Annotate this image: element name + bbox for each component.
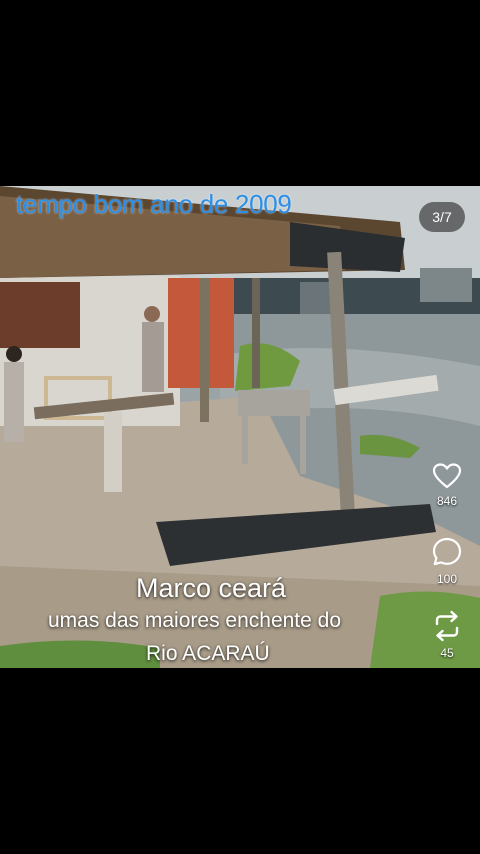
overlay-caption-line: umas das maiores enchente do (48, 609, 342, 632)
image-counter-badge: 3/7 (419, 202, 465, 232)
overlay-caption-line: Rio ACARAÚ (146, 642, 270, 665)
repost-button[interactable]: 45 (424, 610, 470, 660)
heart-icon (432, 463, 462, 489)
repost-count: 45 (440, 646, 454, 660)
comment-icon (432, 537, 462, 566)
like-button[interactable]: 846 (424, 462, 470, 508)
post-top-caption: tempo bom ano de 2009 (16, 189, 292, 219)
like-count: 846 (436, 494, 458, 508)
overlay-title: Marco ceará (136, 573, 287, 603)
comment-button[interactable]: 100 (424, 536, 470, 586)
comment-count: 100 (436, 572, 458, 586)
repost-icon (435, 610, 459, 642)
